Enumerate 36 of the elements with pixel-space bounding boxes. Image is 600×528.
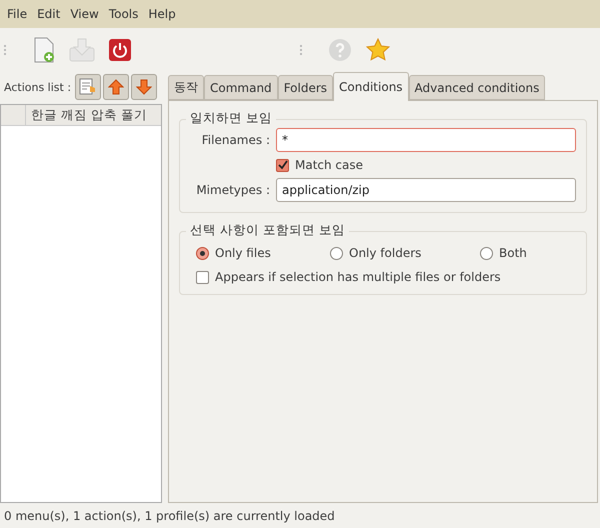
move-down-button[interactable] — [131, 74, 158, 100]
radio-button[interactable]: Only files — [196, 246, 330, 260]
field-label: Filenames : — [200, 133, 270, 147]
checkmark-icon — [278, 160, 288, 170]
menu-item[interactable]: File — [2, 7, 32, 21]
match-case-checkbox[interactable]: Match case — [276, 158, 364, 172]
menu-item[interactable]: Help — [143, 7, 181, 21]
down-arrow-icon — [136, 79, 152, 95]
move-up-button[interactable] — [103, 74, 130, 100]
menu-item[interactable]: Tools — [104, 7, 144, 21]
menu-item[interactable]: Edit — [32, 7, 66, 21]
menu-item[interactable]: View — [65, 7, 104, 21]
download-icon — [69, 38, 95, 62]
help-icon — [328, 38, 352, 62]
list-hand-icon — [79, 78, 98, 96]
group-title: 선택 사항이 포함되면 보임 — [186, 222, 349, 239]
tab[interactable]: 동작 — [168, 75, 204, 100]
tab[interactable]: Advanced conditions — [408, 75, 546, 100]
star-icon — [366, 38, 390, 62]
mimetypes-field[interactable]: application/zip — [276, 178, 576, 202]
actions-tree[interactable]: 한글 깨짐 압축 풀기 — [0, 104, 162, 503]
filenames-field[interactable]: * — [276, 128, 576, 152]
power-icon — [108, 38, 132, 62]
up-arrow-icon — [108, 79, 124, 95]
edit-button[interactable] — [75, 74, 102, 100]
actions-list-label: Actions list : — [4, 80, 72, 94]
radio-button[interactable]: Only folders — [330, 246, 480, 260]
new-document-icon — [33, 37, 55, 63]
radio-button[interactable]: Both — [480, 246, 527, 260]
status-text: 0 menu(s), 1 action(s), 1 profile(s) are currently loaded — [3, 508, 336, 524]
multiple-selection-checkbox[interactable]: Appears if selection has multiple files or folders — [196, 270, 501, 284]
tab[interactable]: Folders — [278, 75, 334, 100]
field-label: Mimetypes : — [195, 183, 270, 197]
tab[interactable]: Conditions — [333, 72, 409, 101]
group-title: 일치하면 보임 — [186, 110, 276, 127]
tab[interactable]: Command — [204, 75, 278, 100]
